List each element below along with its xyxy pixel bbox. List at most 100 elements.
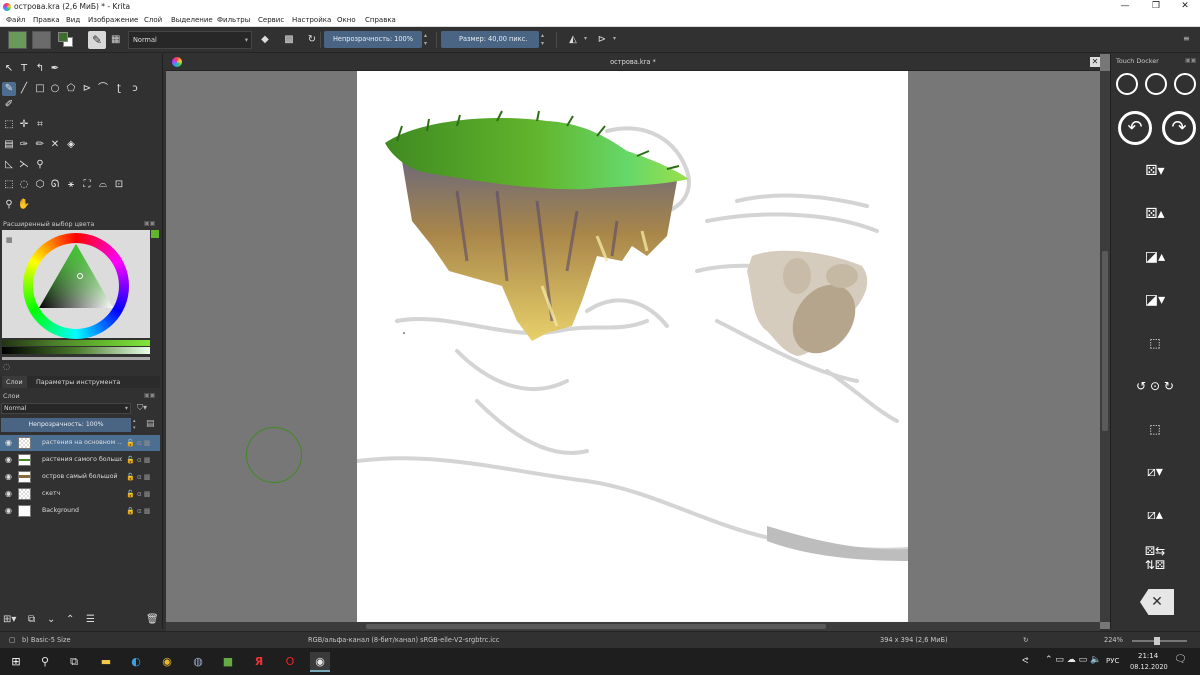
crop-tool-icon[interactable]: ⌗ xyxy=(33,118,47,132)
polygon-select-tool-icon[interactable]: ⬡ xyxy=(33,178,47,192)
dock-float-close-icons[interactable]: ▣▣ xyxy=(144,392,155,399)
tab-layers[interactable]: Слои xyxy=(2,376,27,388)
mirror-horizontal-icon[interactable]: ◭ xyxy=(567,34,579,46)
layer-lock-alpha-icons[interactable]: 🔓 α ▩ xyxy=(126,469,150,485)
pan-tool-icon[interactable]: ✋ xyxy=(17,198,31,212)
bezier-select-tool-icon[interactable]: ⌓ xyxy=(96,178,110,192)
measure-tool-icon[interactable]: ◺ xyxy=(2,158,16,172)
increase-opacity-icon[interactable]: ⚄▴ xyxy=(1116,200,1194,228)
dock-float-close-icons[interactable]: ▣▣ xyxy=(1185,57,1196,64)
smart-patch-tool-icon[interactable]: ✕ xyxy=(48,138,62,152)
decrease-opacity-icon[interactable]: ⚄▾ xyxy=(1116,157,1194,185)
layer-blend-mode-select[interactable]: Normal ▾ xyxy=(1,403,131,414)
close-document-icon[interactable]: ✕ xyxy=(1090,57,1100,67)
tab-tool-options[interactable]: Параметры инструмента xyxy=(32,376,124,388)
layer-row[interactable]: ◉ растения самого большо... 🔓 α ▩ xyxy=(0,452,160,468)
assistant-tool-icon[interactable]: ⋋ xyxy=(17,158,31,172)
layer-properties-icon[interactable]: ☰ xyxy=(86,614,95,625)
menu-settings[interactable]: Настройка xyxy=(292,14,331,27)
layer-properties-icon[interactable]: ▤ xyxy=(146,419,155,429)
layer-lock-alpha-icons[interactable]: 🔓 α ▩ xyxy=(126,486,150,502)
freehand-brush-tool-icon[interactable]: ✎ xyxy=(2,82,16,96)
fg-bg-color-swatch[interactable] xyxy=(58,32,74,48)
maximize-button[interactable]: ❐ xyxy=(1141,0,1171,14)
chevron-down-icon[interactable]: ▾ xyxy=(584,35,587,42)
filter-icon[interactable]: ⛉▾ xyxy=(137,403,147,413)
chrome-icon[interactable]: ◉ xyxy=(157,652,177,672)
yandex-browser-icon[interactable]: Я xyxy=(249,652,269,672)
pattern-selector[interactable] xyxy=(32,31,51,49)
eye-icon[interactable]: ◉ xyxy=(5,503,12,519)
opera-icon[interactable]: O xyxy=(280,652,300,672)
size-spin-arrows[interactable]: ▴ ▾ xyxy=(541,32,549,48)
menu-view[interactable]: Вид xyxy=(66,14,80,27)
transform-tool-icon[interactable]: ⬚ xyxy=(2,118,16,132)
color-lightness-strip[interactable] xyxy=(2,347,150,354)
search-icon[interactable]: ⚲ xyxy=(35,652,55,672)
delete-layer-icon[interactable]: 🗑 xyxy=(146,614,159,625)
clock-date[interactable]: 08.12.2020 xyxy=(1130,663,1168,671)
line-tool-icon[interactable]: ╱ xyxy=(17,82,31,96)
task-view-icon[interactable]: ⧉ xyxy=(64,652,84,672)
steam-icon[interactable]: ◍ xyxy=(188,652,208,672)
toolbar-overflow-icon[interactable]: ≡ xyxy=(1183,34,1190,43)
reload-preset-icon[interactable]: ↻ xyxy=(306,34,318,46)
increase-brush-size-icon[interactable]: ◪▴ xyxy=(1116,243,1194,271)
polyline-tool-icon[interactable]: ⊳ xyxy=(80,82,94,96)
calligraphy-tool-icon[interactable]: ✒ xyxy=(48,62,62,76)
bezier-tool-icon[interactable]: ⌒ xyxy=(96,82,110,96)
menu-tools[interactable]: Сервис xyxy=(258,14,284,27)
close-window-button[interactable]: ✕ xyxy=(1170,0,1200,14)
mirror-vertical-icon[interactable]: ⊳ xyxy=(596,34,608,46)
ellipse-select-tool-icon[interactable]: ◌ xyxy=(17,178,31,192)
add-layer-icon[interactable]: ⊞▾ xyxy=(3,614,16,625)
document-tab[interactable]: острова.kra * xyxy=(166,54,1100,71)
preserve-alpha-icon[interactable]: ▩ xyxy=(283,34,295,46)
zoom-slider[interactable] xyxy=(1132,637,1187,645)
menu-image[interactable]: Изображение xyxy=(88,14,138,27)
brush-editor-icon[interactable]: ▦ xyxy=(111,34,123,46)
layer-lock-alpha-icons[interactable]: 🔒 α ▩ xyxy=(126,503,150,519)
brush-size-down-icon[interactable]: ⧄▾ xyxy=(1116,458,1194,486)
layer-row[interactable]: ◉ остров самый большой 🔓 α ▩ xyxy=(0,469,160,485)
eye-icon[interactable]: ◉ xyxy=(5,486,12,502)
similar-select-tool-icon[interactable]: ⛶ xyxy=(80,178,94,192)
color-selector-panel[interactable]: ▦ xyxy=(2,230,159,339)
redo-icon[interactable]: ↷ xyxy=(1162,111,1196,145)
size-slider[interactable]: Размер: 40,00 пикс. xyxy=(441,31,539,48)
saturation-value-triangle[interactable] xyxy=(33,240,119,326)
colorize-mask-tool-icon[interactable]: ✏ xyxy=(33,138,47,152)
horizontal-scrollbar[interactable] xyxy=(166,622,1100,631)
edit-shapes-tool-icon[interactable]: ↰ xyxy=(33,62,47,76)
layer-lock-alpha-icons[interactable]: 🔓 α ▩ xyxy=(126,435,150,451)
fit-to-view-icon[interactable]: ⬚ xyxy=(1116,415,1194,443)
dock-float-close-icons[interactable]: ▣▣ xyxy=(144,220,155,227)
edge-browser-icon[interactable]: ◐ xyxy=(126,652,146,672)
minimize-button[interactable]: — xyxy=(1110,0,1140,14)
brush-size-up-icon[interactable]: ⧄▴ xyxy=(1116,501,1194,529)
layer-row[interactable]: ◉ Background 🔒 α ▩ xyxy=(0,503,160,519)
save-icon[interactable] xyxy=(1145,73,1167,95)
eye-icon[interactable]: ◉ xyxy=(5,435,12,451)
freehand-select-tool-icon[interactable]: ᘏ xyxy=(48,178,62,192)
fill-tool-icon[interactable]: ◈ xyxy=(64,138,78,152)
language-indicator[interactable]: РУС xyxy=(1106,657,1119,665)
contiguous-select-tool-icon[interactable]: ⚹ xyxy=(64,178,78,192)
decrease-brush-size-icon[interactable]: ◪▾ xyxy=(1116,286,1194,314)
file-explorer-icon[interactable]: ▬ xyxy=(96,652,116,672)
reference-tool-icon[interactable]: ⚲ xyxy=(33,158,47,172)
text-tool-icon[interactable]: T xyxy=(17,62,31,76)
color-picker-tool-icon[interactable]: ✑ xyxy=(17,138,31,152)
blend-mode-select[interactable]: Normal ▾ xyxy=(128,31,252,49)
windows-start-icon[interactable]: ⊞ xyxy=(6,652,26,672)
notifications-icon[interactable]: 🗨 xyxy=(1174,654,1187,665)
zoom-tool-icon[interactable]: ⚲ xyxy=(2,198,16,212)
horizontal-scroll-thumb[interactable] xyxy=(366,624,826,629)
select-shapes-tool-icon[interactable]: ↖ xyxy=(2,62,16,76)
tray-icons[interactable]: ⌃ ▭ ☁ ▭ 🔈 xyxy=(1045,655,1101,665)
rotate-canvas-icons[interactable]: ↺ ⊙ ↻ xyxy=(1116,372,1194,400)
menu-edit[interactable]: Правка xyxy=(33,14,60,27)
eye-icon[interactable]: ◉ xyxy=(5,452,12,468)
polygon-tool-icon[interactable]: ⬠ xyxy=(64,82,78,96)
save-as-icon[interactable] xyxy=(1174,73,1196,95)
